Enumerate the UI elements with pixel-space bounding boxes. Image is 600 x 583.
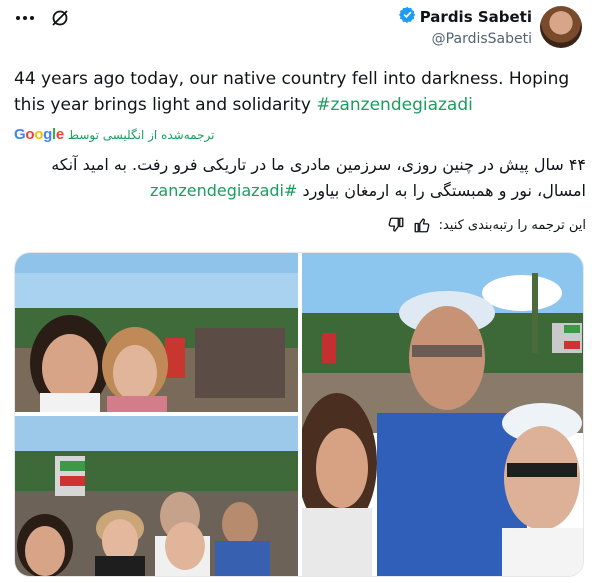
more-dots-icon[interactable] xyxy=(14,10,36,26)
media-gallery xyxy=(14,252,584,577)
rate-label: این ترجمه را رتبه‌بندی کنید: xyxy=(438,217,586,233)
google-logo-letter: o xyxy=(25,126,35,143)
tweet-text: 44 years ago today, our native country f… xyxy=(14,66,586,118)
tweet-text-main: 44 years ago today, our native country f… xyxy=(14,69,570,115)
avatar[interactable] xyxy=(540,6,582,48)
photo-group-four[interactable] xyxy=(15,416,298,576)
author-name[interactable]: Pardis Sabeti xyxy=(420,8,532,26)
translated-label: ترجمه‌شده از انگلیسی توسط xyxy=(67,127,215,142)
grok-slash-icon[interactable] xyxy=(50,8,70,28)
author-text: Pardis Sabeti @PardisSabeti xyxy=(398,6,532,47)
thumb-up-icon[interactable] xyxy=(413,216,431,234)
google-logo-letter: o xyxy=(34,126,44,143)
translated-text: ۴۴ سال پیش در چنین روزی، سرزمین مادری ما… xyxy=(14,152,586,204)
google-logo-letter: G xyxy=(14,126,26,143)
translated-hashtag-link[interactable]: #zanzendegiazadi xyxy=(150,181,297,200)
translated-text-main: ۴۴ سال پیش در چنین روزی، سرزمین مادری ما… xyxy=(51,155,586,200)
photo-selfie-two-women[interactable] xyxy=(15,253,298,412)
rate-translation: این ترجمه را رتبه‌بندی کنید: xyxy=(387,216,586,234)
google-logo: Google xyxy=(14,126,64,143)
google-logo-letter: g xyxy=(43,126,52,143)
photo-selfie-couple[interactable] xyxy=(302,253,583,576)
translated-by: Google ترجمه‌شده از انگلیسی توسط xyxy=(14,126,214,143)
author-name-row: Pardis Sabeti xyxy=(398,6,532,27)
tweet-author[interactable]: Pardis Sabeti @PardisSabeti xyxy=(398,6,582,48)
google-logo-letter: e xyxy=(55,126,64,143)
thumb-down-icon[interactable] xyxy=(387,216,405,234)
verified-badge-icon xyxy=(398,6,416,27)
hashtag-link[interactable]: #zanzendegiazadi xyxy=(316,95,473,115)
tweet-actions-top xyxy=(14,8,70,28)
author-handle[interactable]: @PardisSabeti xyxy=(399,31,532,47)
